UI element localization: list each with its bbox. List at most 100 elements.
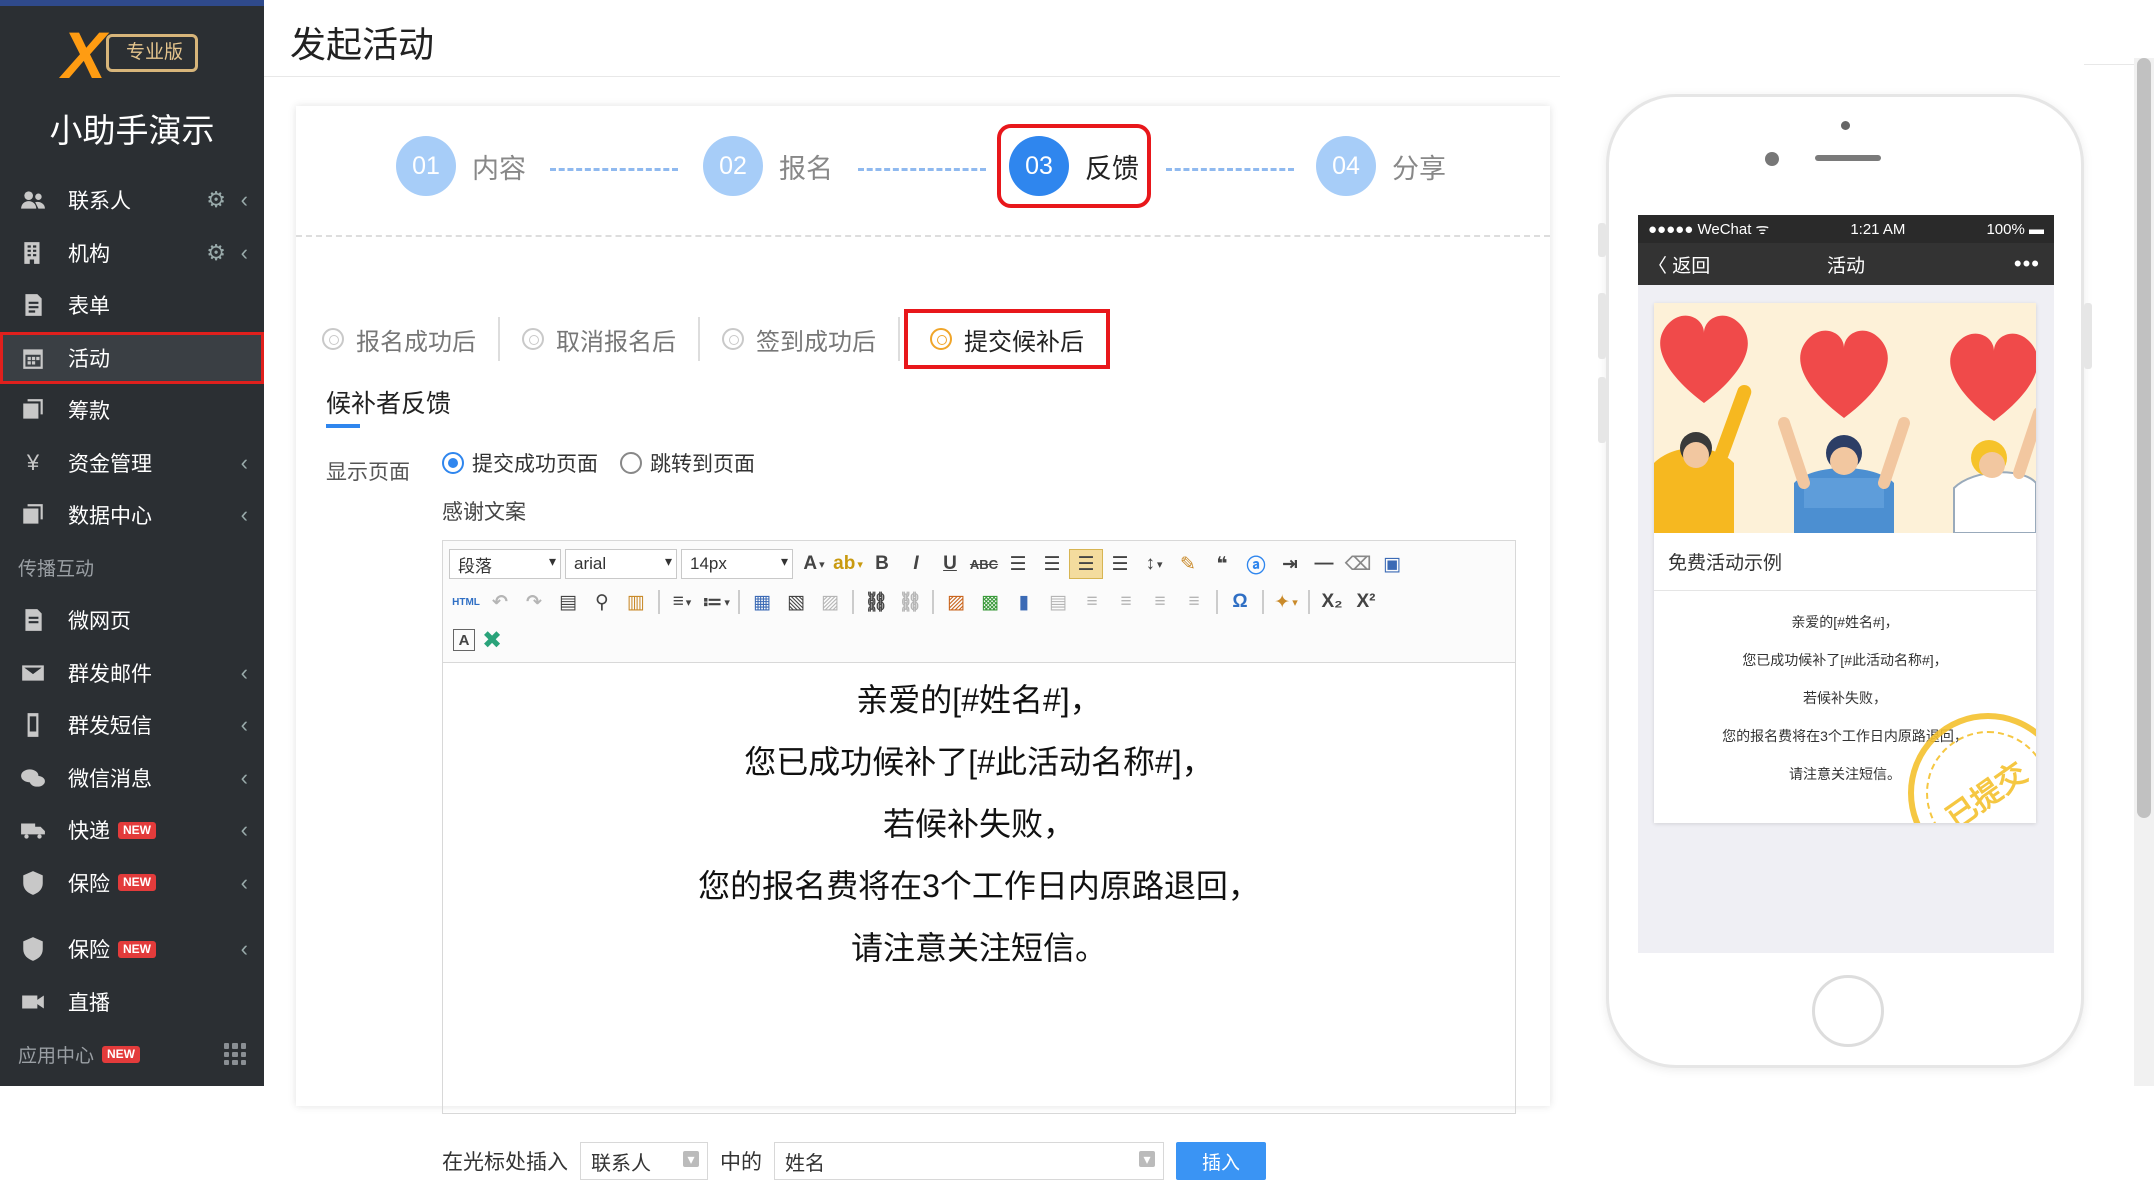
- step-feedback[interactable]: 03 反馈: [997, 124, 1151, 208]
- quote-icon[interactable]: ❝: [1205, 549, 1239, 579]
- highlight-icon[interactable]: ab ▾: [831, 549, 865, 579]
- video-insert-icon[interactable]: ▮: [1007, 587, 1041, 617]
- anchor-icon[interactable]: ⓐ: [1239, 549, 1273, 579]
- table-props-icon[interactable]: ▧: [779, 587, 813, 617]
- line-height-icon[interactable]: ↕ ▾: [1137, 549, 1171, 579]
- chevron-left-icon: ‹: [240, 502, 248, 528]
- format-brush-icon[interactable]: ✎: [1171, 549, 1205, 579]
- radio-redirect-page[interactable]: 跳转到页面: [620, 448, 755, 478]
- sidebar-item-finance[interactable]: ¥ 资金管理 ‹: [0, 437, 264, 490]
- underline-icon[interactable]: U: [933, 549, 967, 579]
- image-icon[interactable]: ▨: [939, 587, 973, 617]
- phone-side-button: [1598, 293, 1606, 359]
- subscript-icon[interactable]: X₂: [1315, 587, 1349, 617]
- table-icon[interactable]: ▦: [745, 587, 779, 617]
- subtab-cancel-signup[interactable]: 取消报名后: [500, 317, 700, 361]
- sidebar-item-live[interactable]: 直播: [0, 976, 264, 1029]
- step-share[interactable]: 04 分享: [1316, 136, 1446, 196]
- undo-icon[interactable]: ↶: [483, 587, 517, 617]
- sidebar-item-form[interactable]: 表单: [0, 279, 264, 332]
- image-none-icon[interactable]: ≡: [1177, 587, 1211, 617]
- html-icon[interactable]: HTML: [449, 587, 483, 617]
- multi-image-icon[interactable]: ▩: [973, 587, 1007, 617]
- sidebar-item-insurance-2[interactable]: 保险 NEW ‹: [0, 923, 264, 976]
- radio-success-page[interactable]: 提交成功页面: [442, 448, 598, 478]
- subtab-waitlist-submitted[interactable]: 提交候补后: [904, 309, 1110, 369]
- align-center-icon[interactable]: ☰: [1069, 549, 1103, 579]
- scrollbar-thumb[interactable]: [2137, 58, 2151, 818]
- paragraph-select[interactable]: 段落: [449, 549, 561, 579]
- editor-content[interactable]: 亲爱的[#姓名#]， 您已成功候补了[#此活动名称#]， 若候补失败， 您的报名…: [443, 663, 1515, 979]
- sidebar-item-mass-mail[interactable]: 群发邮件 ‹: [0, 647, 264, 700]
- link-icon[interactable]: ⛓: [859, 587, 893, 617]
- insert-source-select[interactable]: 联系人: [580, 1142, 708, 1180]
- magic-wand-icon[interactable]: ✦ ▾: [1269, 587, 1303, 617]
- image-right-icon[interactable]: ≡: [1109, 587, 1143, 617]
- image-center-icon[interactable]: ≡: [1143, 587, 1177, 617]
- size-select[interactable]: 14px: [681, 549, 793, 579]
- align-left-icon[interactable]: ☰: [1001, 549, 1035, 579]
- insert-button[interactable]: 插入: [1176, 1142, 1266, 1180]
- plugin-icon[interactable]: ✖: [475, 625, 509, 655]
- redo-icon[interactable]: ↷: [517, 587, 551, 617]
- indent-icon[interactable]: ⇥: [1273, 549, 1307, 579]
- chevron-left-icon: ‹: [240, 869, 248, 895]
- align-justify-icon[interactable]: ☰: [1103, 549, 1137, 579]
- paste-icon[interactable]: ▥: [619, 587, 653, 617]
- sidebar-item-activity[interactable]: 活动: [0, 331, 264, 384]
- radio-icon: [522, 328, 544, 350]
- page-title: 发起活动: [290, 24, 435, 65]
- sidebar-item-mass-sms[interactable]: 群发短信 ‹: [0, 699, 264, 752]
- insert-field-select[interactable]: 姓名: [774, 1142, 1164, 1180]
- align-right-icon[interactable]: ☰: [1035, 549, 1069, 579]
- paste-text-icon[interactable]: ▤: [551, 587, 585, 617]
- subtab-signup-success[interactable]: 报名成功后: [322, 317, 500, 361]
- sidebar-item-org[interactable]: 机构 ⚙ ‹: [0, 227, 264, 280]
- map-icon[interactable]: ▤: [1041, 587, 1075, 617]
- ordered-list-icon[interactable]: ≡ ▾: [665, 587, 699, 617]
- subtab-checkin-success[interactable]: 签到成功后: [700, 317, 900, 361]
- image-left-icon[interactable]: ≡: [1075, 587, 1109, 617]
- font-color-icon[interactable]: A ▾: [797, 549, 831, 579]
- grid-icon[interactable]: [224, 1043, 246, 1066]
- superscript-icon[interactable]: X²: [1349, 587, 1383, 617]
- text-box-icon[interactable]: A: [453, 629, 475, 651]
- more-icon[interactable]: •••: [2014, 251, 2040, 277]
- sidebar-item-insurance[interactable]: 保险 NEW ‹: [0, 857, 264, 910]
- sidebar-item-app-center[interactable]: 应用中心 NEW: [0, 1028, 264, 1081]
- page-scrollbar[interactable]: [2134, 58, 2154, 1086]
- font-select[interactable]: arial: [565, 549, 677, 579]
- step-content[interactable]: 01 内容: [396, 136, 526, 196]
- insert-at-cursor-row: 在光标处插入 联系人 中的 姓名 插入: [442, 1142, 1266, 1180]
- logo[interactable]: X 专业版: [62, 18, 202, 92]
- eraser-icon[interactable]: ⌫: [1341, 549, 1375, 579]
- special-char-icon[interactable]: Ω: [1223, 587, 1257, 617]
- table-delete-icon[interactable]: ▨: [813, 587, 847, 617]
- gear-icon[interactable]: ⚙: [206, 240, 226, 266]
- sidebar-item-contacts[interactable]: 联系人 ⚙ ‹: [0, 174, 264, 227]
- subtab-label: 提交候补后: [964, 328, 1084, 356]
- gear-icon[interactable]: ⚙: [206, 187, 226, 213]
- sidebar-item-label: 微信消息: [68, 767, 152, 791]
- rich-text-editor: 段落 arial 14px A▾ ab▾ B I U ABC ☰ ☰ ☰ ☰ ↕…: [442, 540, 1516, 1114]
- logo-x-mark: X: [62, 18, 107, 92]
- strikethrough-icon[interactable]: ABC: [967, 549, 1001, 579]
- find-icon[interactable]: ⚲: [585, 587, 619, 617]
- step-signup[interactable]: 02 报名: [703, 136, 833, 196]
- horizontal-rule-icon[interactable]: —: [1307, 549, 1341, 579]
- new-badge: NEW: [118, 874, 156, 892]
- bold-icon[interactable]: B: [865, 549, 899, 579]
- sidebar-item-data-center[interactable]: 数据中心 ‹: [0, 489, 264, 542]
- thanks-text-label: 感谢文案: [442, 501, 526, 524]
- italic-icon[interactable]: I: [899, 549, 933, 579]
- sidebar-item-wechat-msg[interactable]: 微信消息 ‹: [0, 752, 264, 805]
- sidebar-item-fundraise[interactable]: 筹款: [0, 384, 264, 437]
- unordered-list-icon[interactable]: ≔ ▾: [699, 587, 733, 617]
- sidebar-item-express[interactable]: 快递 NEW ‹: [0, 804, 264, 857]
- back-button[interactable]: 〈 返回: [1648, 251, 1710, 278]
- preview-icon[interactable]: ▣: [1375, 549, 1409, 579]
- phone-nav-bar: 〈 返回 活动 •••: [1638, 243, 2054, 285]
- step-number: 02: [703, 136, 763, 196]
- sidebar-item-micro-page[interactable]: 微网页: [0, 594, 264, 647]
- unlink-icon[interactable]: ⛓: [893, 587, 927, 617]
